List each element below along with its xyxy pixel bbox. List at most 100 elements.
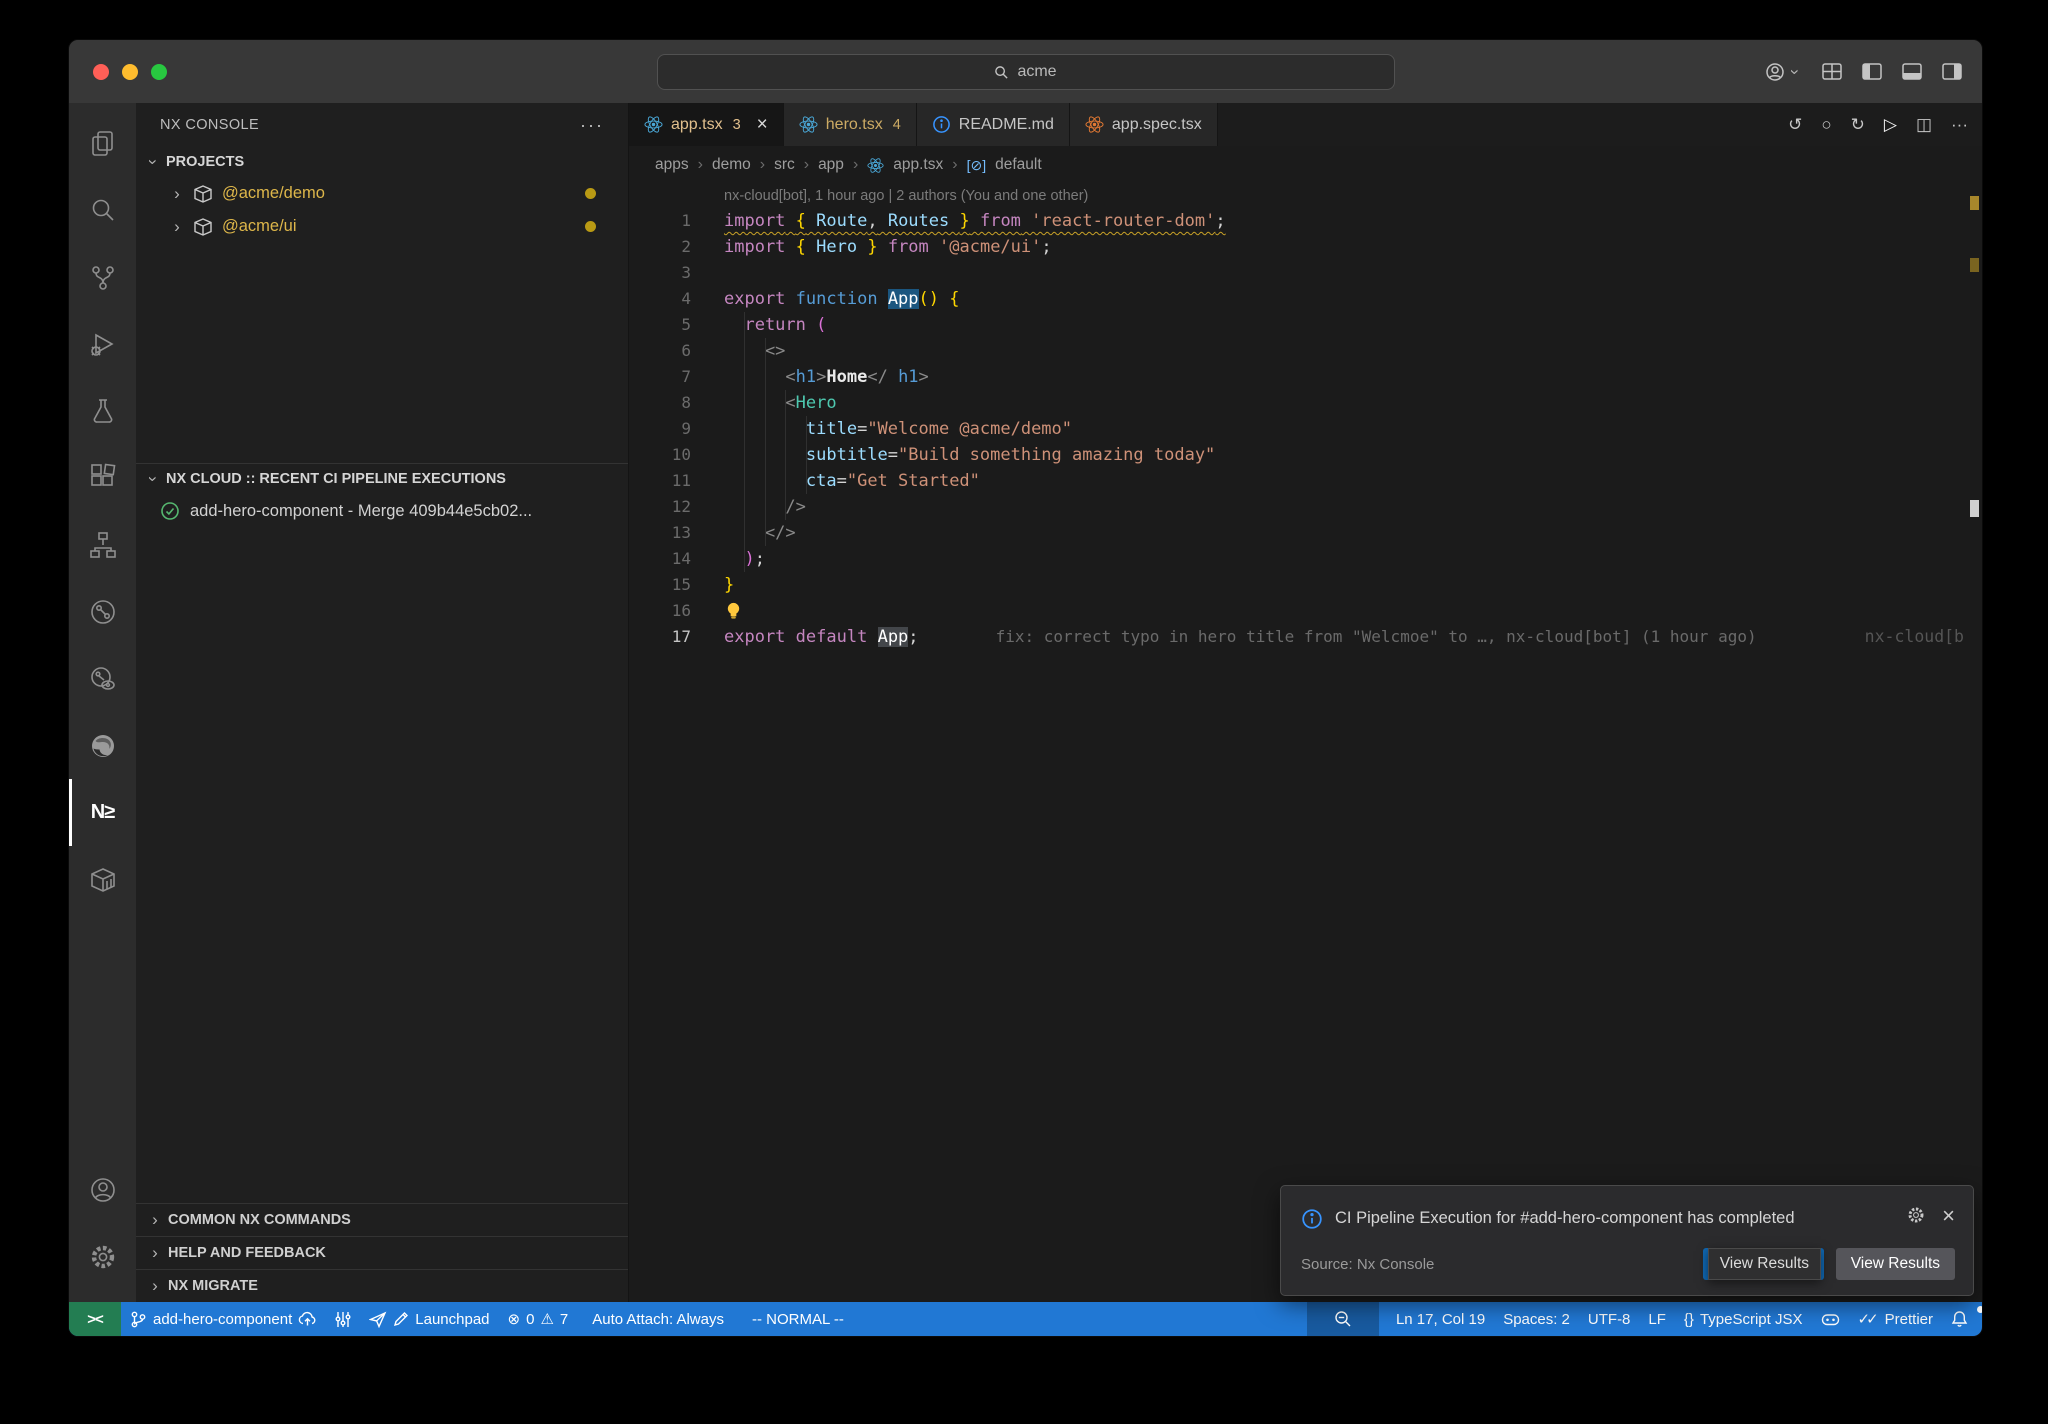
zoom-indicator[interactable] (1307, 1302, 1379, 1336)
split-editor-icon[interactable]: ◫ (1916, 115, 1932, 135)
notifications-bell[interactable] (1942, 1302, 1982, 1336)
auto-attach-item[interactable]: Auto Attach: Always (583, 1302, 733, 1336)
activity-package[interactable] (69, 846, 136, 913)
accounts-menu-button[interactable]: › (1765, 62, 1802, 82)
auto-attach-label: Auto Attach: Always (592, 1311, 724, 1328)
run-file-icon[interactable]: ▷ (1884, 115, 1897, 135)
activity-settings[interactable] (69, 1223, 136, 1290)
view-results-button[interactable]: View Results (1836, 1248, 1955, 1280)
command-center-search[interactable]: acme (657, 54, 1395, 90)
copilot-item[interactable] (1812, 1302, 1849, 1336)
activity-run-debug[interactable] (69, 310, 136, 377)
activity-extensions[interactable] (69, 444, 136, 511)
lightbulb-icon[interactable] (724, 601, 744, 621)
activity-explorer[interactable] (69, 109, 136, 176)
code-line[interactable]: 12 /> (629, 494, 1982, 520)
branch-label: add-hero-component (153, 1311, 292, 1328)
nav-forward-circle-icon[interactable]: ↻ (1851, 115, 1865, 135)
code-editor[interactable]: nx-cloud[bot], 1 hour ago | 2 authors (Y… (629, 184, 1982, 1302)
vim-mode-item[interactable]: -- NORMAL -- (743, 1302, 853, 1336)
code-line[interactable]: 8 <Hero (629, 390, 1982, 416)
info-icon (1301, 1208, 1323, 1230)
pipeline-execution-item[interactable]: add-hero-component - Merge 409b44e5cb02.… (136, 494, 628, 528)
cursor-position-item[interactable]: Ln 17, Col 19 (1387, 1302, 1494, 1336)
breadcrumb-item[interactable]: demo (712, 156, 751, 174)
code-line[interactable]: 14 ); (629, 546, 1982, 572)
tab-app-spec-tsx[interactable]: app.spec.tsx (1070, 103, 1218, 146)
activity-edge-browser[interactable] (69, 712, 136, 779)
activity-source-control[interactable] (69, 243, 136, 310)
editor-actions: ↺ ○ ↻ ▷ ◫ ··· (1788, 103, 1968, 146)
more-actions-icon[interactable]: ··· (1951, 115, 1968, 135)
vscode-window: ← → acme › (68, 39, 1983, 1337)
launchpad-item[interactable]: Launchpad (360, 1302, 498, 1336)
gear-icon[interactable] (1906, 1205, 1926, 1225)
project-item-acme-ui[interactable]: › @acme/ui (136, 210, 628, 243)
code-line[interactable]: 1import { Route, Routes } from 'react-ro… (629, 208, 1982, 234)
blame-overflow-text: nx-cloud[b (1865, 624, 1964, 650)
language-mode-item[interactable]: {} TypeScript JSX (1675, 1302, 1812, 1336)
maximize-window-button[interactable] (151, 64, 167, 80)
minimize-window-button[interactable] (122, 64, 138, 80)
code-line[interactable]: 13 </> (629, 520, 1982, 546)
activity-account[interactable] (69, 1156, 136, 1223)
projects-section-header[interactable]: › PROJECTS (136, 147, 628, 177)
more-actions-icon[interactable]: ··· (580, 115, 604, 136)
nav-back-circle-icon[interactable]: ↺ (1788, 115, 1802, 135)
indentation-label: Spaces: 2 (1503, 1311, 1570, 1328)
tab-app-tsx[interactable]: app.tsx 3 × (629, 103, 784, 146)
code-line[interactable]: 6 <> (629, 338, 1982, 364)
section-nx-migrate[interactable]: › NX MIGRATE (136, 1269, 628, 1302)
breadcrumb-item[interactable]: app (818, 156, 844, 174)
tab-hero-tsx[interactable]: hero.tsx 4 (784, 103, 917, 146)
activity-nx-cloud-view[interactable] (69, 645, 136, 712)
close-tab-icon[interactable]: × (757, 115, 768, 134)
code-line[interactable]: 17export default App; fix: correct typo … (629, 624, 1982, 650)
toggle-primary-sidebar-button[interactable] (1862, 63, 1882, 80)
activity-search[interactable] (69, 176, 136, 243)
gear-icon (88, 1242, 118, 1272)
nx-cloud-status-item[interactable] (326, 1302, 360, 1336)
indentation-item[interactable]: Spaces: 2 (1494, 1302, 1579, 1336)
code-line[interactable]: 4export function App() { (629, 286, 1982, 312)
section-help-and-feedback[interactable]: › HELP AND FEEDBACK (136, 1236, 628, 1269)
section-label: HELP AND FEEDBACK (168, 1245, 326, 1261)
code-line[interactable]: 10 subtitle="Build something amazing tod… (629, 442, 1982, 468)
code-line[interactable]: 11 cta="Get Started" (629, 468, 1982, 494)
section-common-nx-commands[interactable]: › COMMON NX COMMANDS (136, 1203, 628, 1236)
breadcrumb-item[interactable]: apps (655, 156, 689, 174)
circle-icon[interactable]: ○ (1821, 115, 1831, 135)
code-line[interactable]: 7 <h1>Home</ h1> (629, 364, 1982, 390)
close-icon[interactable]: × (1942, 1205, 1955, 1227)
git-branch-icon (88, 262, 118, 292)
nx-cloud-section-header[interactable]: › NX CLOUD :: RECENT CI PIPELINE EXECUTI… (136, 464, 628, 494)
code-line[interactable]: 16 (629, 598, 1982, 624)
line-number: 17 (629, 624, 691, 650)
toggle-secondary-sidebar-button[interactable] (1942, 63, 1962, 80)
code-line[interactable]: 3 (629, 260, 1982, 286)
activity-nx-graph[interactable] (69, 578, 136, 645)
breadcrumb-item[interactable]: default (995, 156, 1042, 174)
toggle-panel-button[interactable] (1902, 63, 1922, 80)
eol-item[interactable]: LF (1639, 1302, 1675, 1336)
remote-indicator[interactable]: >< (69, 1302, 121, 1336)
problems-item[interactable]: ⊗ 0 ⚠ 7 (499, 1302, 578, 1336)
tab-readme-md[interactable]: README.md (917, 103, 1070, 146)
activity-testing[interactable] (69, 377, 136, 444)
code-line[interactable]: 2import { Hero } from '@acme/ui'; (629, 234, 1982, 260)
activity-nx-console[interactable]: N≥ (69, 779, 136, 846)
encoding-item[interactable]: UTF-8 (1579, 1302, 1640, 1336)
git-branch-item[interactable]: add-hero-component (121, 1302, 326, 1336)
code-line[interactable]: 9 title="Welcome @acme/demo" (629, 416, 1982, 442)
breadcrumb-item[interactable]: app.tsx (893, 156, 943, 174)
activity-nx-projects[interactable] (69, 511, 136, 578)
breadcrumb-item[interactable]: src (774, 156, 795, 174)
chevron-right-icon: › (952, 156, 957, 174)
error-count: 0 (526, 1311, 534, 1328)
customize-layout-button[interactable] (1822, 63, 1842, 80)
code-line[interactable]: 15} (629, 572, 1982, 598)
close-window-button[interactable] (93, 64, 109, 80)
project-item-acme-demo[interactable]: › @acme/demo (136, 177, 628, 210)
code-line[interactable]: 5 return ( (629, 312, 1982, 338)
prettier-item[interactable]: ✓✓ Prettier (1849, 1302, 1943, 1336)
